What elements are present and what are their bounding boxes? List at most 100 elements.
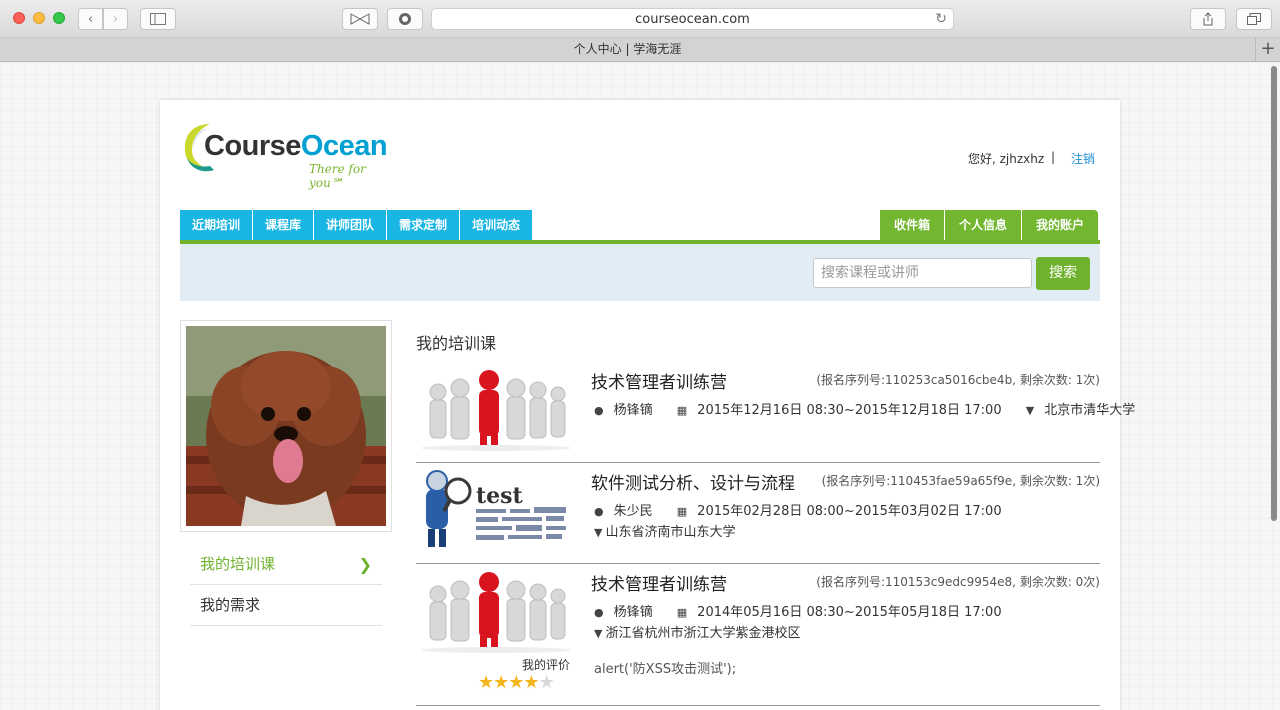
course-title[interactable]: 软件测试分析、设计与流程 bbox=[591, 469, 795, 494]
course-thumbnail[interactable] bbox=[416, 366, 574, 451]
user-icon: ● bbox=[594, 404, 604, 417]
calendar-icon: ▦ bbox=[676, 606, 688, 619]
course-time: 2014年05月16日 08:30~2015年05月18日 17:00 bbox=[697, 605, 1002, 620]
course-serial: (报名序列号:110153c9edc9954e8, 剩余次数: 0次) bbox=[816, 575, 1100, 589]
page-viewport: CourseOcean There for you℠ 您好, zjhzxhz |… bbox=[0, 62, 1280, 710]
avatar-image bbox=[186, 326, 386, 526]
rating-label: 我的评价 bbox=[522, 658, 571, 672]
forward-button[interactable]: › bbox=[103, 8, 128, 30]
course-location: 北京市清华大学 bbox=[1044, 403, 1136, 418]
new-tab-button[interactable]: + bbox=[1255, 38, 1280, 61]
sidebar-item-label: 我的培训课 bbox=[200, 555, 276, 573]
user-greeting: 您好, zjhzxhz bbox=[968, 152, 1045, 166]
address-bar[interactable]: courseocean.com ↻ bbox=[431, 8, 954, 30]
section-title: 我的培训课 bbox=[416, 334, 497, 353]
share-icon bbox=[1203, 12, 1213, 26]
sidebar-item-my-courses[interactable]: 我的培训课 ❯ bbox=[190, 544, 382, 585]
privacy-extension-button[interactable] bbox=[387, 8, 423, 30]
teamwork-image bbox=[416, 568, 574, 653]
logo-wordmark: CourseOcean bbox=[204, 130, 388, 162]
course-time: 2015年12月16日 08:30~2015年12月18日 17:00 bbox=[697, 403, 1002, 418]
star-filled-icon[interactable]: ★ bbox=[508, 672, 524, 693]
svg-text:test: test bbox=[476, 483, 524, 509]
course-item: 技术管理者训练营 (报名序列号:110153c9edc9954e8, 剩余次数:… bbox=[416, 564, 1100, 706]
tab-overview-button[interactable] bbox=[1236, 8, 1272, 30]
course-teacher: 杨锋镝 bbox=[613, 403, 653, 418]
side-menu: 我的培训课 ❯ 我的需求 bbox=[190, 544, 382, 626]
course-title[interactable]: 技术管理者训练营 bbox=[591, 570, 727, 595]
course-item: test 软件测试分析、设计与流程 (报名序列号:110453fae59a65f… bbox=[416, 463, 1100, 564]
course-thumbnail[interactable] bbox=[416, 568, 574, 653]
course-title[interactable]: 技术管理者训练营 bbox=[591, 368, 727, 393]
url-text: courseocean.com bbox=[635, 11, 750, 27]
nav-inbox[interactable]: 收件箱 bbox=[880, 210, 946, 240]
sidebar-item-label: 我的需求 bbox=[200, 596, 261, 614]
teamwork-image bbox=[416, 366, 574, 451]
course-time: 2015年02月28日 08:00~2015年03月02日 17:00 bbox=[697, 504, 1002, 519]
share-button[interactable] bbox=[1190, 8, 1226, 30]
tabs-icon bbox=[1247, 13, 1261, 25]
main-nav: 近期培训 课程库 讲师团队 需求定制 培训动态 bbox=[180, 210, 533, 240]
chevron-left-icon: ‹ bbox=[87, 11, 94, 27]
map-marker-icon: ▼ bbox=[594, 526, 603, 539]
course-serial: (报名序列号:110453fae59a65f9e, 剩余次数: 1次) bbox=[821, 474, 1100, 488]
back-button[interactable]: ‹ bbox=[78, 8, 103, 30]
avatar[interactable] bbox=[186, 326, 386, 526]
zoom-window-button[interactable] bbox=[53, 12, 65, 24]
user-icon: ● bbox=[594, 606, 604, 619]
course-meta: ● 朱少民 ▦ 2015年02月28日 08:00~2015年03月02日 17:0… bbox=[594, 500, 1022, 519]
course-meta: ● 杨锋镝 ▦ 2014年05月16日 08:30~2015年05月18日 17:0… bbox=[594, 601, 1022, 620]
nav-lecturer-team[interactable]: 讲师团队 bbox=[314, 210, 388, 240]
chevron-right-icon: › bbox=[112, 11, 119, 27]
minimize-window-button[interactable] bbox=[33, 12, 45, 24]
user-icon: ● bbox=[594, 505, 604, 518]
page-scrollbar[interactable] bbox=[1271, 66, 1277, 521]
search-button[interactable]: 搜索 bbox=[1036, 257, 1090, 290]
search-bar: 搜索 bbox=[180, 244, 1100, 301]
account-nav: 收件箱 个人信息 我的账户 bbox=[880, 210, 1099, 240]
map-marker-icon: ▼ bbox=[1025, 404, 1035, 417]
header-separator: | bbox=[1051, 150, 1056, 164]
star-filled-icon[interactable]: ★ bbox=[493, 672, 509, 693]
shield-icon bbox=[399, 13, 411, 25]
rating-stars: ★★★★★ bbox=[478, 672, 555, 693]
map-marker-icon: ▼ bbox=[594, 627, 603, 640]
star-empty-icon[interactable]: ★ bbox=[539, 672, 555, 693]
course-location: 浙江省杭州市浙江大学紫金港校区 bbox=[605, 626, 801, 641]
reader-extension-button[interactable] bbox=[342, 8, 378, 30]
tab-title: 个人中心 | 学海无涯 bbox=[573, 42, 682, 56]
nav-training-news[interactable]: 培训动态 bbox=[460, 210, 533, 240]
nav-my-account[interactable]: 我的账户 bbox=[1022, 210, 1099, 240]
calendar-icon: ▦ bbox=[676, 505, 688, 518]
course-comment: alert('防XSS攻击测试'); bbox=[594, 662, 737, 677]
nav-course-library[interactable]: 课程库 bbox=[253, 210, 315, 240]
course-item: 技术管理者训练营 (报名序列号:110253ca5016cbe4b, 剩余次数:… bbox=[416, 362, 1135, 463]
sidebar-item-my-requests[interactable]: 我的需求 bbox=[190, 585, 382, 626]
nav-custom-request[interactable]: 需求定制 bbox=[387, 210, 461, 240]
course-meta-location: ▼ 山东省济南市山东大学 bbox=[594, 521, 735, 540]
test-robot-image: test bbox=[416, 467, 574, 552]
tab-active[interactable]: 个人中心 | 学海无涯 bbox=[0, 38, 1255, 61]
sidebar-icon bbox=[150, 13, 166, 25]
bowtie-icon bbox=[350, 13, 370, 25]
course-thumbnail[interactable]: test bbox=[416, 467, 574, 552]
course-teacher: 杨锋镝 bbox=[613, 605, 653, 620]
course-serial: (报名序列号:110253ca5016cbe4b, 剩余次数: 1次) bbox=[816, 373, 1100, 387]
logout-link[interactable]: 注销 bbox=[1071, 150, 1095, 167]
logo-tagline: There for you℠ bbox=[309, 162, 366, 190]
chevron-right-icon: ❯ bbox=[358, 555, 372, 574]
course-teacher: 朱少民 bbox=[613, 504, 653, 519]
avatar-frame bbox=[180, 320, 392, 532]
course-meta: ● 杨锋镝 ▦ 2015年12月16日 08:30~2015年12月18日 17:0… bbox=[594, 399, 1155, 418]
site-logo[interactable]: CourseOcean There for you℠ bbox=[180, 120, 395, 190]
reload-icon[interactable]: ↻ bbox=[935, 11, 947, 27]
star-filled-icon[interactable]: ★ bbox=[523, 672, 539, 693]
calendar-icon: ▦ bbox=[676, 404, 688, 417]
star-filled-icon[interactable]: ★ bbox=[478, 672, 494, 693]
nav-profile[interactable]: 个人信息 bbox=[945, 210, 1023, 240]
close-window-button[interactable] bbox=[13, 12, 25, 24]
sidebar-toggle-button[interactable] bbox=[140, 8, 176, 30]
nav-recent-training[interactable]: 近期培训 bbox=[180, 210, 254, 240]
search-input[interactable] bbox=[813, 258, 1032, 288]
tab-bar: 个人中心 | 学海无涯 + bbox=[0, 38, 1280, 62]
